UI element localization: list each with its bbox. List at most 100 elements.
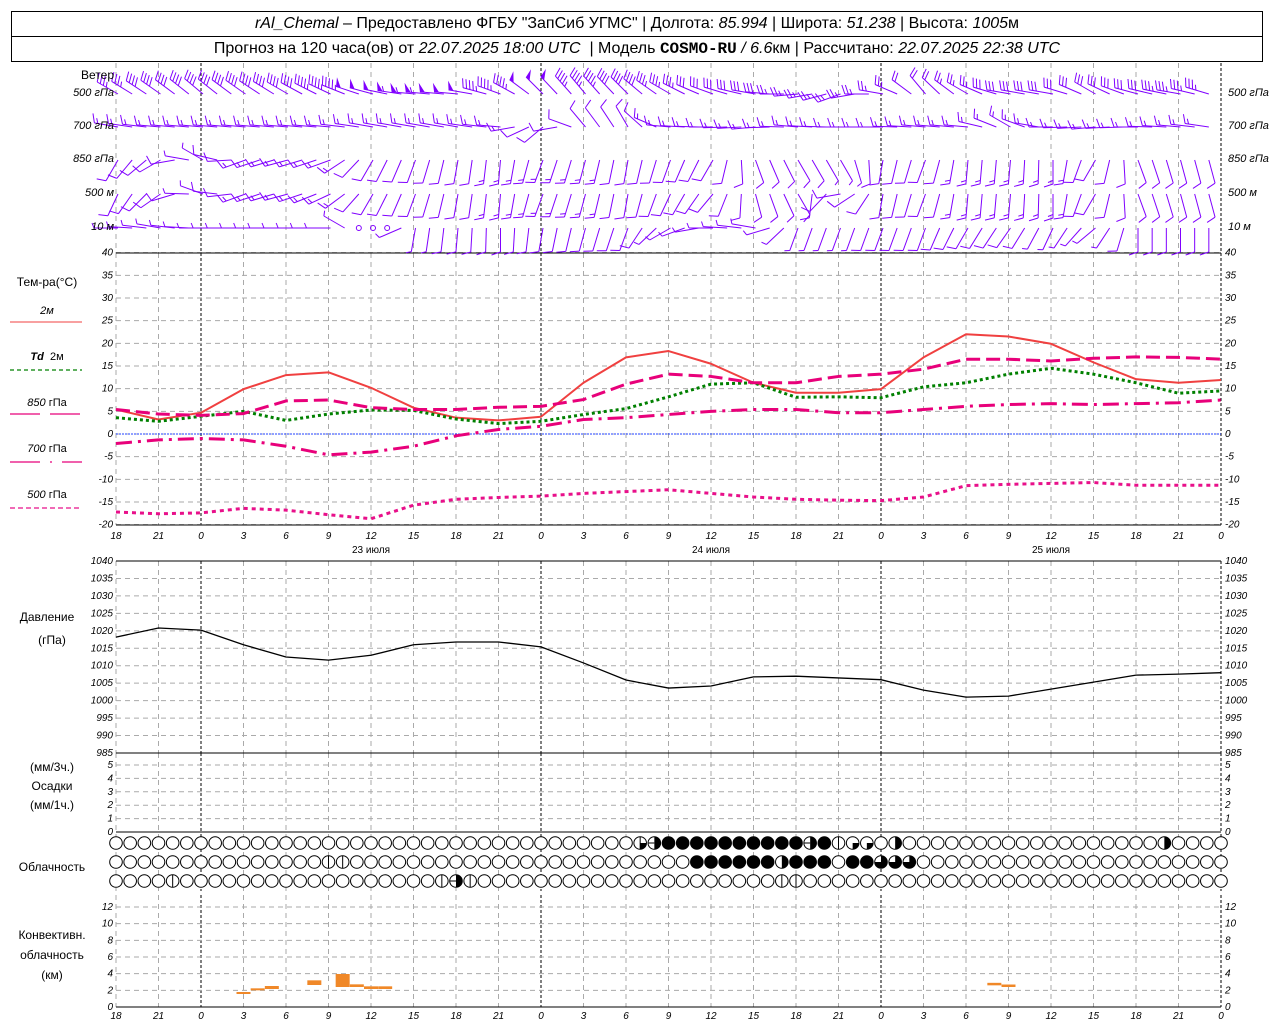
temp-title: Тем-ра(°С) <box>16 275 78 289</box>
barb-staff <box>969 227 983 249</box>
wind-barb-icon <box>1165 193 1174 223</box>
convective-cloud-bar <box>250 988 265 991</box>
wind-barb-icon <box>474 159 487 187</box>
wind-barb-icon <box>984 193 997 221</box>
barb-half-feather <box>1048 246 1055 249</box>
barb-feather <box>1043 183 1054 188</box>
cloud-circle-icon <box>760 836 775 850</box>
wind-barb-icon <box>1058 74 1082 95</box>
pressure-tick-label-right: 1015 <box>1225 643 1248 654</box>
cloud-symbol <box>520 874 534 888</box>
barb-half-feather <box>478 213 485 217</box>
barb-feather <box>882 216 892 219</box>
barb-feather <box>1113 78 1116 88</box>
temp-tick-label-left: 10 <box>102 384 114 395</box>
wind-barb-icon <box>1072 227 1096 244</box>
cloud-circle-icon <box>1058 836 1072 850</box>
wind-barb-icon <box>389 113 416 128</box>
barb-feather <box>131 75 136 85</box>
barb-half-feather <box>742 230 748 236</box>
cloud-circle-icon <box>350 874 364 888</box>
barb-half-feather <box>578 81 583 87</box>
wind-barb-icon <box>678 159 700 182</box>
barb-half-feather <box>1058 213 1064 216</box>
cloud-symbol <box>279 836 293 850</box>
barb-half-feather <box>849 88 853 95</box>
barb-half-feather <box>194 119 198 126</box>
cloud-symbol <box>109 855 123 869</box>
barb-staff <box>704 86 728 95</box>
barb-half-feather <box>732 123 736 130</box>
cloud-symbol <box>335 855 350 869</box>
barb-feather <box>1080 76 1084 86</box>
barb-feather <box>96 178 107 182</box>
barb-feather <box>120 114 123 125</box>
barb-staff <box>1156 89 1181 95</box>
barb-half-feather <box>592 81 596 87</box>
barb-feather <box>688 208 698 213</box>
barb-staff <box>1096 227 1111 249</box>
barb-staff <box>834 193 855 208</box>
barb-staff <box>468 193 473 218</box>
barb-feather <box>584 182 595 185</box>
barb-half-feather <box>1100 122 1104 128</box>
barb-half-feather <box>644 80 647 87</box>
barb-feather <box>869 183 879 186</box>
barb-staff <box>549 193 558 217</box>
cloud-symbol <box>1115 836 1129 850</box>
wind-barb-icon <box>554 159 572 184</box>
cloud-circle-icon <box>109 874 123 888</box>
wind-barb-icon <box>1053 159 1068 186</box>
temp-tick-label-right: 25 <box>1224 316 1237 327</box>
barb-staff <box>993 159 997 184</box>
cloud-symbol <box>1086 874 1101 888</box>
cloud-symbol <box>874 874 888 888</box>
cloud-circle-icon <box>392 836 407 850</box>
barb-half-feather <box>261 222 265 229</box>
cloud-symbol <box>789 874 803 888</box>
barb-feather <box>746 82 750 93</box>
wind-barb-icon <box>428 159 445 185</box>
wind-barb-icon <box>1116 159 1126 188</box>
barb-staff <box>342 193 360 213</box>
cloud-circle-icon <box>236 836 251 850</box>
temp-tick-label-right: 20 <box>1224 338 1237 349</box>
barb-staff <box>522 159 530 184</box>
calm-circle <box>384 225 391 231</box>
cloud-symbol <box>661 874 676 888</box>
cloud-symbol <box>860 836 874 850</box>
barb-feather <box>375 113 379 123</box>
cloud-circle-icon <box>293 836 307 850</box>
barb-staff <box>1037 159 1040 185</box>
x-tick-label-bottom: 3 <box>581 1011 587 1022</box>
barb-half-feather <box>265 119 269 126</box>
cloud-circle-icon <box>137 836 152 850</box>
wind-barb-icon <box>132 159 161 173</box>
barb-feather <box>857 80 860 90</box>
barb-feather <box>874 74 877 85</box>
barb-staff <box>551 227 558 252</box>
barb-half-feather <box>1143 120 1147 126</box>
cloud-symbol <box>180 855 194 869</box>
cloud-circle-icon <box>1143 874 1157 888</box>
barb-feather <box>294 73 297 84</box>
barb-staff <box>341 159 360 178</box>
barb-half-feather <box>247 222 251 229</box>
cloud-symbol <box>208 874 222 888</box>
barb-staff <box>578 159 586 184</box>
x-tick-label-bottom: 0 <box>198 1011 204 1022</box>
x-tick-label-bottom: 0 <box>1218 1011 1224 1022</box>
barb-feather <box>556 250 566 253</box>
barb-flag <box>432 82 440 93</box>
cloud-symbol <box>732 836 747 850</box>
wind-barb-icon <box>685 117 713 128</box>
wind-barb-icon <box>1192 193 1202 223</box>
barb-staff <box>1037 193 1040 219</box>
barb-half-feather <box>381 86 385 92</box>
cloud-circle-icon <box>1129 874 1143 888</box>
barb-staff <box>717 193 728 217</box>
barb-feather <box>214 72 219 82</box>
wind-barb-icon <box>347 113 374 128</box>
conv-tick-label-right: 10 <box>1225 919 1237 930</box>
wind-barb-icon <box>783 193 795 223</box>
